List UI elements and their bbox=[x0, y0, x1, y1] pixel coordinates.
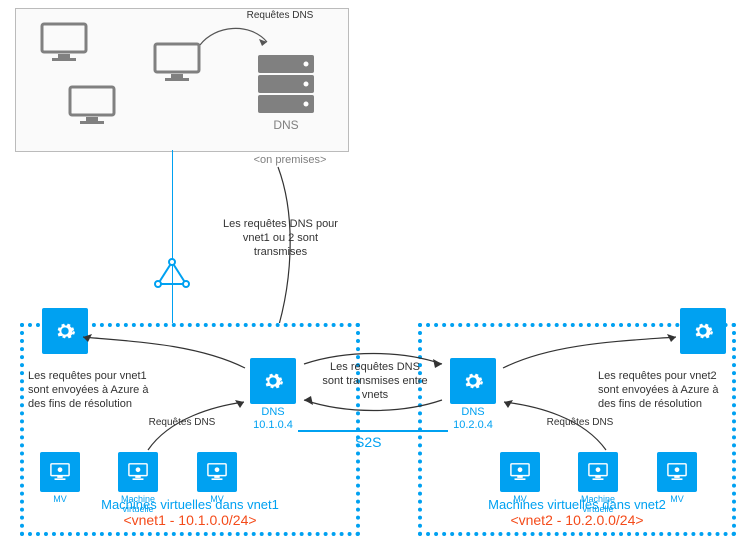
vnet1-dns-text: DNS bbox=[261, 406, 284, 418]
s2s-link-line bbox=[298, 430, 448, 432]
arrow-vnet2-to-azure bbox=[498, 333, 683, 378]
vnet1-dns-box bbox=[250, 358, 296, 404]
vnet1-vm3: MV bbox=[197, 452, 237, 504]
vnet1-vm2-label: Machine virtuelle bbox=[108, 494, 168, 514]
arrow-vnet1-vm-to-dns bbox=[140, 398, 250, 458]
vnet2-dns-ip: 10.2.0.4 bbox=[453, 419, 493, 431]
vnet1-vm3-label: MV bbox=[197, 494, 237, 504]
vnet2-vm1-label: MV bbox=[500, 494, 540, 504]
vnet1-dns-ip: 10.1.0.4 bbox=[253, 419, 293, 431]
onprem-dns-label: DNS bbox=[258, 118, 314, 132]
gateway-icon bbox=[154, 258, 190, 292]
arrow-vnet1-to-azure bbox=[75, 333, 250, 378]
monitor-icon bbox=[153, 42, 201, 84]
vnet1-cidr: <vnet1 - 10.1.0.0/24> bbox=[123, 512, 256, 528]
vnet2-cidr: <vnet2 - 10.2.0.0/24> bbox=[510, 512, 643, 528]
vnet2-vm2: Machine virtuelle bbox=[578, 452, 628, 514]
arrow-vnet2-vm-to-dns bbox=[498, 398, 613, 458]
monitor-icon bbox=[68, 85, 116, 127]
arrow-between-vnets bbox=[296, 352, 450, 412]
onprem-request-label: Requêtes DNS bbox=[240, 10, 320, 23]
link-line bbox=[172, 150, 173, 323]
vnet1-vm1-label: MV bbox=[40, 494, 80, 504]
vnet2-vm3-label: MV bbox=[657, 494, 697, 504]
azure-service-icon bbox=[680, 308, 726, 354]
s2s-label: S2S bbox=[355, 434, 381, 450]
vnet1-vm1: MV bbox=[40, 452, 80, 504]
vnet2-vm2-label: Machine virtuelle bbox=[568, 494, 628, 514]
vnet2-vm3: MV bbox=[657, 452, 697, 504]
vnet1-vm2: Machine virtuelle bbox=[118, 452, 168, 514]
vnet2-vm1: MV bbox=[500, 452, 540, 504]
vnet2-dns-box bbox=[450, 358, 496, 404]
monitor-icon bbox=[40, 22, 88, 64]
vnet2-dns-text: DNS bbox=[461, 406, 484, 418]
arrow-onprem-request bbox=[195, 20, 275, 65]
